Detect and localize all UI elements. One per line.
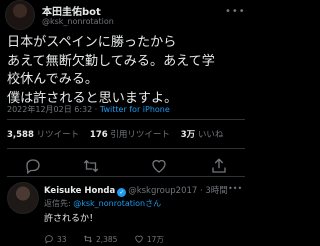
reply-handle-time[interactable]: @kskgroup2017 · 3時間 [128,186,228,196]
reply-retweet-button[interactable]: 2,385 [83,234,117,244]
reply-author-name[interactable]: Keisuke Honda [44,186,115,196]
tweet-timestamp[interactable]: 2022年12月02日 6:32 [7,105,92,114]
reply-action-bar: 33 2,385 17万 [44,234,178,245]
replying-to-prefix: 返信先: [44,199,74,208]
heart-icon [135,235,143,243]
like-stat[interactable]: 3万 いいね [181,130,224,140]
reply-more-icon[interactable]: ••• [228,184,242,193]
retweet-stat[interactable]: 3,588 リツイート [7,130,79,140]
share-icon[interactable] [210,157,228,175]
divider [7,176,245,177]
reply-like-button[interactable]: 17万 [134,234,164,245]
heart-icon[interactable] [150,157,168,175]
quote-stat[interactable]: 176 引用リツイート [90,130,170,140]
verified-badge-icon: ✓ [117,188,127,197]
replying-to: 返信先: @ksk_nonrotationさん [44,198,161,209]
tweet-text: 日本がスペインに勝ったから あえて無断欠勤してみる。あえて学 校休んでみる。 僕… [7,35,215,106]
reply-icon [45,235,53,244]
author-name[interactable]: 本田圭佑bot [42,3,101,18]
tweet-stats: 3,588 リツイート 176 引用リツイート 3万 いいね [7,128,223,140]
meta-separator: · [94,105,98,114]
retweet-icon[interactable] [82,157,100,175]
reply-author-avatar[interactable] [7,182,39,214]
reply-icon[interactable] [24,157,42,175]
reply-header: Keisuke Honda ✓ @kskgroup2017 · 3時間 [44,184,228,197]
tweet-source[interactable]: Twitter for iPhone [100,105,170,114]
author-handle[interactable]: @ksk_nonrotation [42,17,114,26]
divider [7,148,245,149]
tweet-meta: 2022年12月02日 6:32 · Twitter for iPhone [7,104,170,115]
divider [7,119,245,120]
more-icon[interactable]: ••• [225,6,246,17]
author-avatar[interactable] [5,0,35,30]
action-bar [0,157,250,177]
retweet-icon [83,235,92,243]
reply-text: 許されるか！ [44,214,99,224]
reply-reply-button[interactable]: 33 [44,234,67,244]
replying-to-mention[interactable]: @ksk_nonrotationさん [73,199,161,208]
